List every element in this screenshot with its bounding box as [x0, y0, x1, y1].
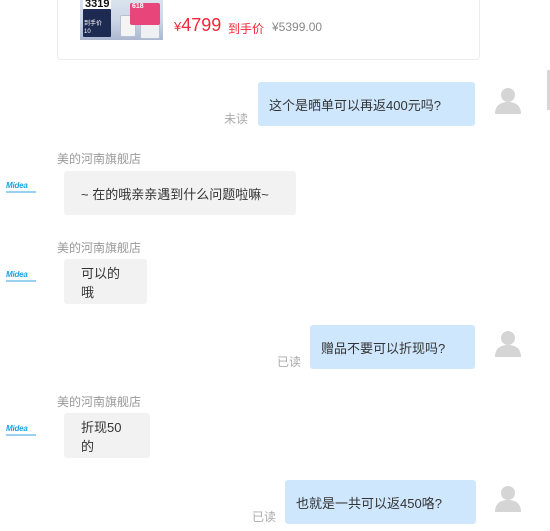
sender-name: 美的河南旗舰店 [57, 152, 142, 166]
thumbnail-caption-number: 10 [84, 29, 91, 35]
midea-logo: Midea [6, 424, 28, 433]
message-bubble-self[interactable]: 也就是一共可以返450咯? [285, 480, 476, 524]
message-bubble-other[interactable]: 折现50的 [64, 413, 150, 458]
read-status: 未读 [224, 112, 249, 126]
midea-logo: Midea [6, 270, 28, 279]
price-label: 到手价 [228, 22, 265, 36]
person-silhouette-icon [495, 486, 521, 512]
chat-window: 3319 到手价 10 618 ¥4799 到手价 ¥5399.00 未读 这个… [0, 0, 550, 531]
message-bubble-other[interactable]: 可以的哦 [64, 259, 147, 304]
message-bubble-other[interactable]: ~ 在的哦亲亲遇到什么问题啦嘛~ [64, 171, 296, 215]
logo-underline [6, 280, 36, 282]
read-status: 已读 [252, 510, 277, 524]
original-price: ¥5399.00 [272, 20, 323, 34]
shop-avatar[interactable]: Midea [6, 424, 44, 446]
shop-avatar[interactable]: Midea [6, 270, 44, 292]
person-silhouette-icon [495, 331, 521, 357]
logo-underline [6, 434, 36, 436]
shop-avatar[interactable]: Midea [6, 181, 44, 203]
message-bubble-self[interactable]: 赠品不要可以折现吗? [310, 325, 475, 369]
thumbnail-618-text: 618 [132, 3, 144, 10]
thumbnail-caption: 到手价 [84, 21, 103, 27]
price-value: 4799 [181, 15, 222, 35]
user-avatar-icon[interactable] [492, 84, 524, 116]
sender-name: 美的河南旗舰店 [57, 241, 142, 255]
message-bubble-self[interactable]: 这个是晒单可以再返400元吗? [258, 82, 475, 126]
logo-underline [6, 191, 36, 193]
sender-name: 美的河南旗舰店 [57, 395, 142, 409]
midea-logo: Midea [6, 181, 28, 190]
user-avatar-icon[interactable] [492, 327, 524, 359]
read-status: 已读 [277, 355, 302, 369]
product-card[interactable]: 3319 到手价 10 618 ¥4799 到手价 ¥5399.00 [57, 0, 480, 60]
user-avatar-icon[interactable] [492, 482, 524, 514]
person-silhouette-icon [495, 88, 521, 114]
product-thumbnail[interactable]: 3319 到手价 10 618 [80, 0, 163, 40]
product-price: ¥4799 [174, 15, 221, 36]
